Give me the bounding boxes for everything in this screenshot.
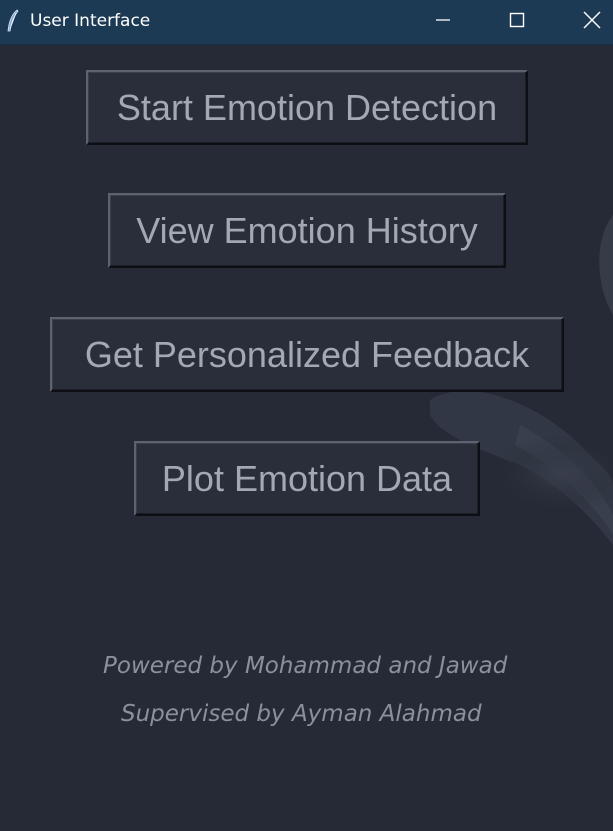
maximize-icon [509,12,525,33]
view-emotion-history-button[interactable]: View Emotion History [108,193,506,268]
close-icon [583,11,601,34]
maximize-button[interactable] [488,0,546,44]
feather-icon [6,9,20,33]
title-bar[interactable]: User Interface [0,0,613,45]
supervised-by-label: Supervised by Ayman Alahmad [121,701,482,727]
close-button[interactable] [563,0,613,44]
get-personalized-feedback-button[interactable]: Get Personalized Feedback [50,317,564,392]
powered-by-label: Powered by Mohammad and Jawad [103,653,508,679]
start-emotion-detection-button[interactable]: Start Emotion Detection [86,70,528,145]
minimize-icon [435,12,451,33]
minimize-button[interactable] [414,0,472,44]
plot-emotion-data-button[interactable]: Plot Emotion Data [134,441,480,516]
window-title: User Interface [30,11,151,31]
